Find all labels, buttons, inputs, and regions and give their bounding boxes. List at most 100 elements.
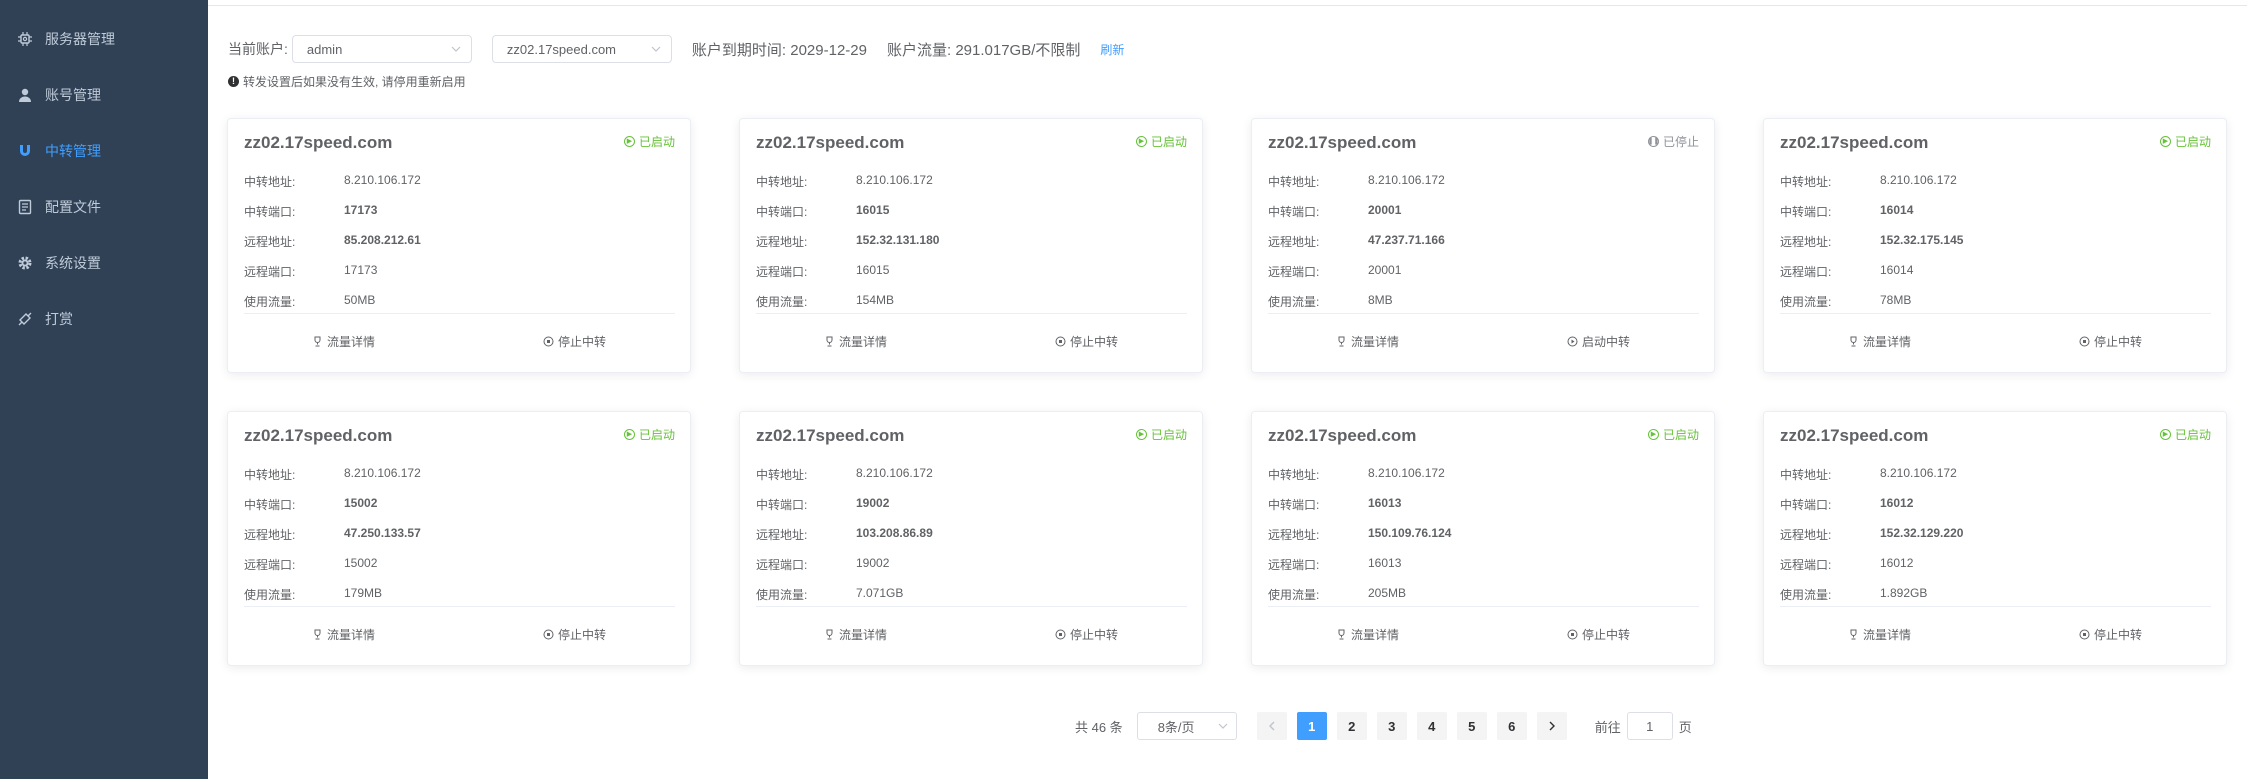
field-value: 47.250.133.57 <box>344 526 421 540</box>
sidebar-item-system-settings[interactable]: 系统设置 <box>0 235 208 291</box>
field-value: 8.210.106.172 <box>1368 173 1445 187</box>
link-icon <box>17 311 33 327</box>
traffic-detail-button[interactable]: 流量详情 <box>228 626 459 643</box>
status-text: 已启动 <box>638 135 675 149</box>
pause-circle-icon: ❚❚ <box>1647 136 1660 147</box>
page-jump-input[interactable]: 1 <box>1626 712 1673 740</box>
field-row-traffic: 使用流量: 205MB <box>1268 586 1406 603</box>
relay-card: zz02.17speed.com ▶ 已启动 中转地址: 8.210.106.172 中转… <box>739 411 1203 666</box>
sidebar-item-donate[interactable]: 打赏 <box>0 291 208 347</box>
toggle-relay-label: 停止中转 <box>557 335 606 349</box>
stop-relay-button[interactable]: 停止中转 <box>459 626 690 643</box>
field-label: 远程地址: <box>1780 235 1832 249</box>
divider <box>756 313 1187 314</box>
field-value: 19002 <box>856 496 890 510</box>
account-label: 当前账户: <box>228 41 288 57</box>
field-value: 205MB <box>1368 586 1407 600</box>
refresh-link[interactable]: 刷新 <box>1100 41 1124 58</box>
trophy-icon <box>1336 336 1347 347</box>
notice: ! 转发设置后如果没有生效, 请停用重新启用 <box>228 73 466 90</box>
divider <box>756 606 1187 607</box>
page-button[interactable]: 4 <box>1416 712 1447 740</box>
field-value: 16015 <box>856 263 890 277</box>
field-row-traffic: 使用流量: 179MB <box>244 586 382 603</box>
traffic-detail-button[interactable]: 流量详情 <box>1252 333 1483 350</box>
stop-relay-button[interactable]: 停止中转 <box>1995 333 2226 350</box>
sidebar-item-relay-management[interactable]: 中转管理 <box>0 123 208 179</box>
card-title: zz02.17speed.com <box>756 426 905 445</box>
traffic-detail-button[interactable]: 流量详情 <box>740 626 971 643</box>
traffic-detail-button[interactable]: 流量详情 <box>1764 333 1995 350</box>
field-value: 15002 <box>344 556 378 570</box>
pagination: 共 46 条 8条/页 1 2 3 4 5 6 前往 1 页 <box>1075 712 1692 740</box>
traffic-detail-button[interactable]: 流量详情 <box>228 333 459 350</box>
field-row-relay-port: 中转端口: 16012 <box>1780 496 1913 513</box>
server-select[interactable]: zz02.17speed.com <box>491 35 672 63</box>
field-label: 使用流量: <box>1268 295 1320 309</box>
sidebar-item-label: 配置文件 <box>45 199 101 215</box>
stop-relay-button[interactable]: 停止中转 <box>971 333 1202 350</box>
field-row-remote-port: 远程端口: 19002 <box>756 556 889 573</box>
field-row-remote-addr: 远程地址: 47.237.71.166 <box>1268 233 1445 250</box>
toolbar: 当前账户: admin zz02.17speed.com 账户到期时间: 202… <box>228 35 1124 63</box>
page-size-select[interactable]: 8条/页 <box>1136 712 1237 740</box>
relay-card: zz02.17speed.com ▶ 已启动 中转地址: 8.210.106.172 中转… <box>227 411 691 666</box>
traffic-detail-button[interactable]: 流量详情 <box>1764 626 1995 643</box>
field-label: 中转地址: <box>1268 468 1320 482</box>
sidebar-item-label: 系统设置 <box>45 255 101 271</box>
page-button[interactable]: 3 <box>1376 712 1407 740</box>
field-row-traffic: 使用流量: 154MB <box>756 293 894 310</box>
field-value: 150.109.76.124 <box>1368 526 1452 540</box>
sidebar-item-server-management[interactable]: 服务器管理 <box>0 11 208 67</box>
next-page-button[interactable] <box>1536 712 1567 740</box>
chevron-down-icon <box>451 46 461 52</box>
field-value: 20001 <box>1368 203 1402 217</box>
field-value: 8.210.106.172 <box>1880 173 1957 187</box>
field-label: 中转端口: <box>244 205 296 219</box>
stop-circle-icon <box>543 336 554 347</box>
field-row-remote-port: 远程端口: 16015 <box>756 263 889 280</box>
expire-value: 2029-12-29 <box>790 41 867 59</box>
sidebar-item-account-management[interactable]: 账号管理 <box>0 67 208 123</box>
field-label: 中转端口: <box>756 498 808 512</box>
field-value: 152.32.129.220 <box>1880 526 1964 540</box>
traffic-detail-label: 流量详情 <box>1862 335 1911 349</box>
traffic-detail-button[interactable]: 流量详情 <box>1252 626 1483 643</box>
page-button[interactable]: 1 <box>1296 712 1327 740</box>
traffic-detail-label: 流量详情 <box>326 628 375 642</box>
field-label: 使用流量: <box>756 295 808 309</box>
field-value: 8.210.106.172 <box>1368 466 1445 480</box>
page-button[interactable]: 2 <box>1336 712 1367 740</box>
stop-relay-button[interactable]: 停止中转 <box>459 333 690 350</box>
stop-relay-button[interactable]: 停止中转 <box>1483 626 1714 643</box>
traffic-detail-label: 流量详情 <box>1862 628 1911 642</box>
stop-relay-button[interactable]: 停止中转 <box>1995 626 2226 643</box>
field-value: 154MB <box>856 293 895 307</box>
account-select[interactable]: admin <box>291 35 472 63</box>
trophy-icon <box>1848 629 1859 640</box>
field-row-remote-port: 远程端口: 16014 <box>1780 263 1913 280</box>
prev-page-button[interactable] <box>1256 712 1287 740</box>
field-label: 中转地址: <box>756 468 808 482</box>
sidebar-item-config-files[interactable]: 配置文件 <box>0 179 208 235</box>
traffic-detail-button[interactable]: 流量详情 <box>740 333 971 350</box>
field-value: 17173 <box>344 263 378 277</box>
field-value: 8MB <box>1368 293 1393 307</box>
stop-relay-button[interactable]: 停止中转 <box>971 626 1202 643</box>
field-row-relay-port: 中转端口: 16013 <box>1268 496 1401 513</box>
field-value: 16012 <box>1880 556 1914 570</box>
page-button[interactable]: 5 <box>1456 712 1487 740</box>
page-button[interactable]: 6 <box>1496 712 1527 740</box>
divider <box>1268 313 1699 314</box>
toggle-relay-label: 停止中转 <box>1069 335 1118 349</box>
card-actions: 流量详情 停止中转 <box>740 333 1202 350</box>
field-value: 47.237.71.166 <box>1368 233 1445 247</box>
trophy-icon <box>312 336 323 347</box>
field-row-traffic: 使用流量: 7.071GB <box>756 586 903 603</box>
field-row-relay-addr: 中转地址: 8.210.106.172 <box>756 466 933 483</box>
stop-circle-icon <box>1567 629 1578 640</box>
field-row-relay-port: 中转端口: 17173 <box>244 203 377 220</box>
status-text: 已停止 <box>1662 135 1699 149</box>
start-relay-button[interactable]: 启动中转 <box>1483 333 1714 350</box>
card-actions: 流量详情 停止中转 <box>740 626 1202 643</box>
